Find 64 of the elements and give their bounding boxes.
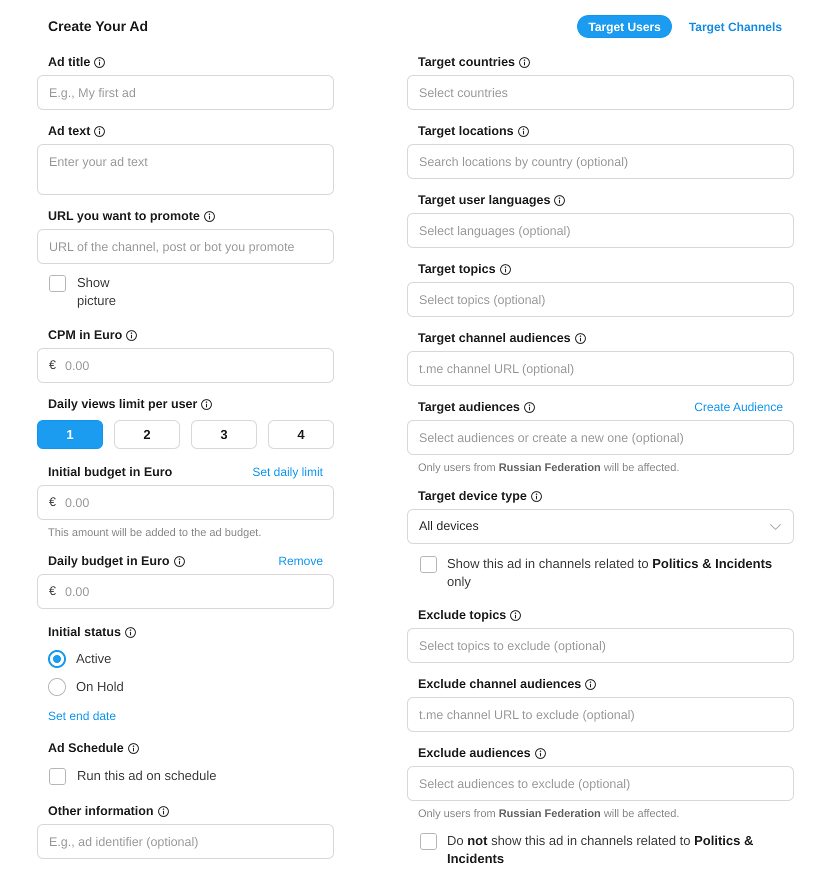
checkbox[interactable]	[420, 833, 437, 850]
text-field[interactable]: Search locations by country (optional)	[407, 144, 794, 179]
field-label: Exclude channel audiences	[418, 676, 582, 693]
helper-text: Only users from Russian Federation will be affected.	[418, 461, 680, 475]
link[interactable]: Create Audience	[694, 398, 783, 416]
radio-label: Active	[76, 650, 112, 668]
checkbox[interactable]	[49, 275, 66, 292]
option-button[interactable]: 4	[268, 420, 334, 449]
checkbox-label: Do not show this ad in channels related to Politics & Incidents	[447, 832, 754, 868]
helper-text: Only users from Russian Federation will be affected.	[418, 807, 680, 821]
text-field[interactable]: Select topics to exclude (optional)	[407, 628, 794, 663]
text-field[interactable]: t.me channel URL (optional)	[407, 351, 794, 386]
text-area[interactable]: Enter your ad text	[37, 144, 334, 195]
currency-symbol: €	[49, 584, 56, 599]
text-field[interactable]: Select audiences to exclude (optional)	[407, 766, 794, 801]
checkbox-label: Run this ad on schedule	[77, 767, 216, 785]
link[interactable]: Remove	[278, 552, 323, 570]
field-label: Ad title	[48, 54, 90, 71]
field-label: Target topics	[418, 260, 496, 278]
field-label: Other information	[48, 802, 154, 820]
link[interactable]: Set end date	[48, 709, 116, 723]
text-field[interactable]: E.g., ad identifier (optional)	[37, 824, 334, 859]
helper-text: This amount will be added to the ad budget.	[48, 526, 262, 540]
field-label: Initial budget in Euro	[48, 464, 172, 481]
currency-symbol: €	[49, 358, 56, 373]
option-button[interactable]: 2	[114, 420, 180, 449]
checkbox-label: Show this ad in channels related to Politics & Incidents only	[447, 555, 774, 591]
checkbox[interactable]	[49, 768, 66, 784]
text-field[interactable]: Select topics (optional)	[407, 282, 794, 317]
page-title: Create Your Ad	[48, 17, 148, 36]
text-field[interactable]: Select languages (optional)	[407, 213, 794, 248]
field-label: Target locations	[418, 122, 514, 140]
radio-button[interactable]	[48, 678, 66, 696]
chevron-down-icon	[770, 524, 781, 530]
field-label: CPM in Euro	[48, 326, 122, 344]
field-label: Exclude audiences	[418, 744, 531, 762]
field-label: Target countries	[418, 54, 516, 71]
text-field[interactable]: Select audiences or create a new one (optional)	[407, 420, 794, 455]
option-button[interactable]: 1	[37, 420, 103, 449]
field-label: Initial status	[48, 624, 121, 641]
checkbox-label: Show picture	[77, 274, 118, 310]
text-field[interactable]: URL of the channel, post or bot you promote	[37, 229, 334, 264]
field-label: URL you want to promote	[48, 208, 200, 225]
field-label: Daily views limit per user	[48, 396, 198, 413]
tab[interactable]: Target Channels	[688, 15, 782, 38]
field-label: Target channel audiences	[418, 330, 571, 347]
field-label: Ad Schedule	[48, 740, 124, 757]
checkbox[interactable]	[420, 556, 437, 573]
radio-label: On Hold	[76, 678, 124, 696]
tab[interactable]: Target Users	[577, 15, 672, 38]
radio-button[interactable]	[48, 650, 66, 668]
link[interactable]: Set daily limit	[252, 463, 323, 481]
option-button[interactable]: 3	[191, 420, 257, 449]
field-label: Exclude topics	[418, 606, 506, 624]
currency-symbol: €	[49, 495, 56, 510]
dropdown[interactable]: All devices	[407, 509, 794, 544]
text-field[interactable]: E.g., My first ad	[37, 75, 334, 110]
text-field[interactable]: t.me channel URL to exclude (optional)	[407, 697, 794, 732]
field-label: Daily budget in Euro	[48, 552, 170, 570]
field-label: Ad text	[48, 122, 90, 140]
field-label: Target device type	[418, 488, 527, 505]
text-field[interactable]: Select countries	[407, 75, 794, 110]
field-label: Target user languages	[418, 192, 550, 209]
field-label: Target audiences	[418, 398, 520, 416]
